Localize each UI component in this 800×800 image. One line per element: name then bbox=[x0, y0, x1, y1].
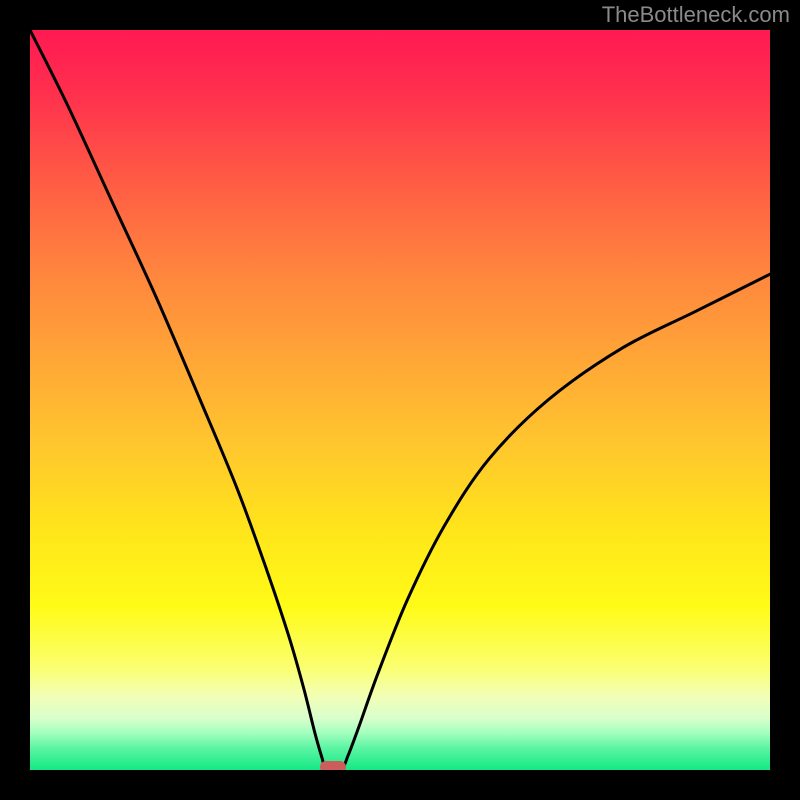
chart-frame: TheBottleneck.com bbox=[0, 0, 800, 800]
watermark-text: TheBottleneck.com bbox=[602, 2, 790, 28]
curve-layer bbox=[30, 30, 770, 770]
optimal-marker bbox=[320, 761, 346, 770]
bottleneck-curve bbox=[30, 30, 770, 770]
plot-area bbox=[30, 30, 770, 770]
